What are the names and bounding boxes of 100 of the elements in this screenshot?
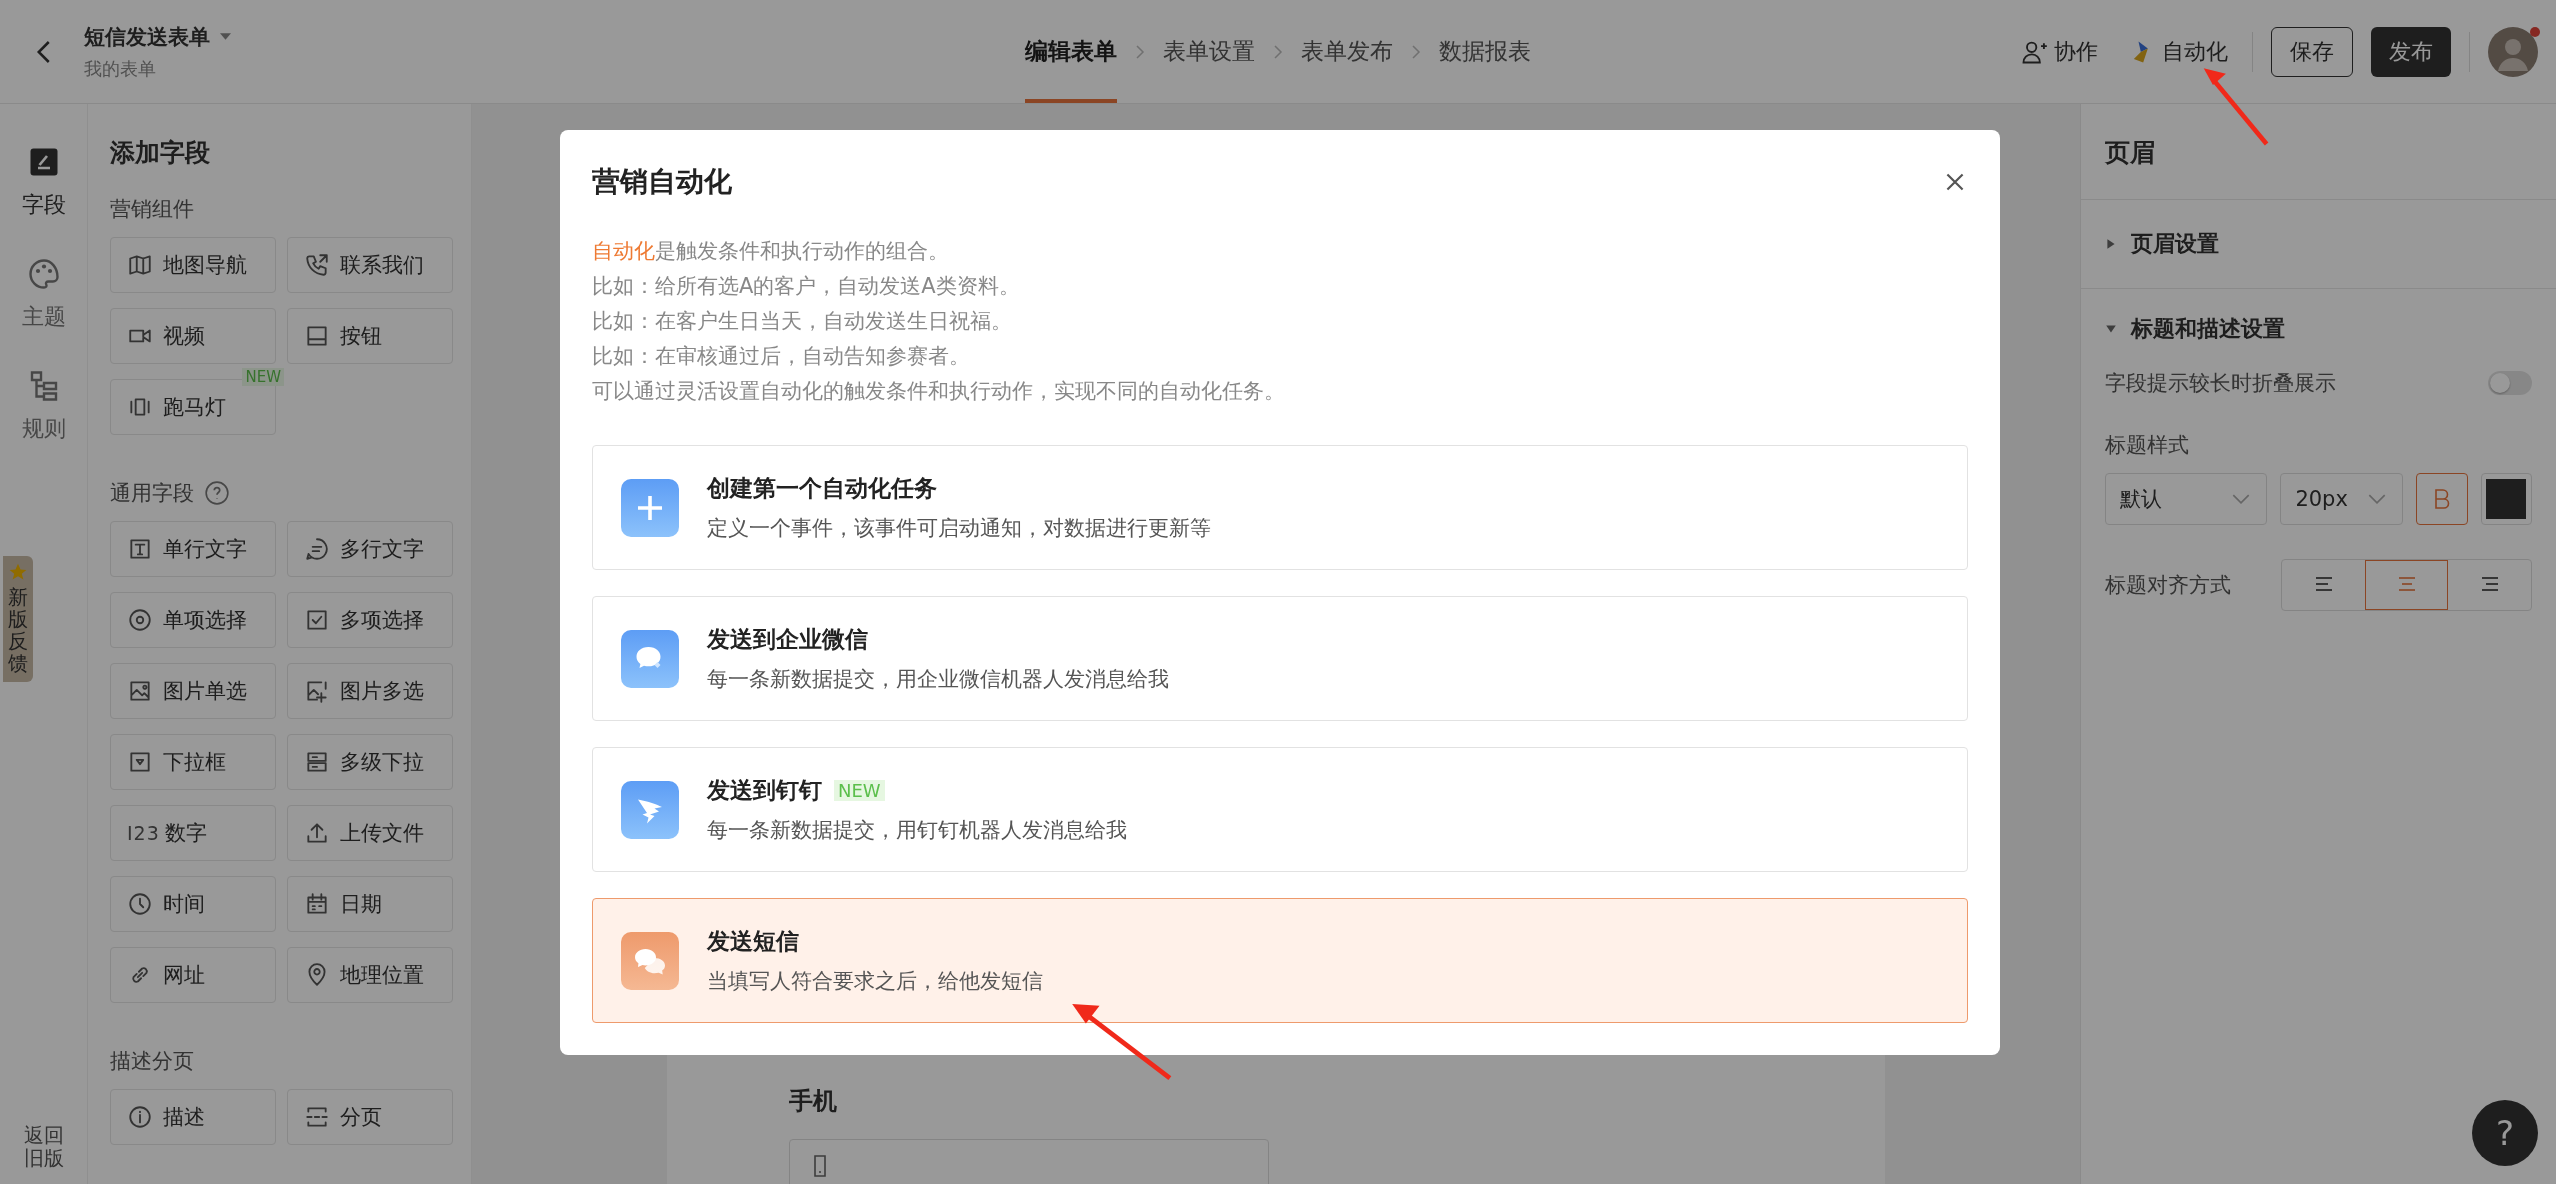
step-tab[interactable]: 编辑表单 [1025,0,1117,103]
rail-tab[interactable]: 规则 [21,368,66,444]
field-type-button[interactable]: 视频 [110,308,276,364]
panel-icon [304,323,330,349]
stacked-boxes-icon [304,749,330,775]
color-picker[interactable] [2480,473,2532,525]
field-type-button[interactable]: 联系我们 [287,237,453,293]
toggle-switch[interactable] [2488,371,2532,395]
info-icon [127,1104,153,1130]
image-icon [127,678,153,704]
option-description: 定义一个事件，该事件可启动通知，对数据进行更新等 [707,515,1211,542]
checkbox-icon [304,607,330,633]
automation-option-card[interactable]: 发送短信 当填写人符合要求之后，给他发短信 [592,898,1968,1023]
chevron-icon [1411,43,1421,60]
automation-option-card[interactable]: 发送到企业微信 每一条新数据提交，用企业微信机器人发消息给我 [592,596,1968,721]
field-type-button[interactable]: 地理位置 [287,947,453,1003]
field-type-button[interactable]: 网址 [110,947,276,1003]
size-select[interactable]: 20px [2280,473,2404,525]
chat-bubbles-icon [621,931,679,990]
field-type-button[interactable]: 地图导航 [110,237,276,293]
intro-text: 自动化是触发条件和执行动作的组合。 [592,238,950,265]
feedback-tab[interactable]: 新版反馈 [3,556,33,682]
option-title: 发送短信 [707,927,799,956]
field-type-button[interactable]: 多项选择 [287,592,453,648]
image-plus-icon [304,678,330,704]
new-badge: NEW [242,368,284,386]
example-text: 比如：在审核通过后，自动告知参赛者。 [592,343,971,370]
field-type-button[interactable]: 上传文件 [287,805,453,861]
option-description: 当填写人符合要求之后，给他发短信 [707,968,1043,995]
automation-option-card[interactable]: 发送到钉钉 NEW 每一条新数据提交，用钉钉机器人发消息给我 [592,747,1968,872]
chat-bubble-icon [621,629,679,688]
chevron-down-icon [2232,493,2251,505]
disclosure-triangle-icon [2105,238,2117,250]
calendar-icon [304,891,330,917]
section-header[interactable]: 页眉设置 [2105,200,2219,288]
field-type-button[interactable]: 描述 [110,1089,276,1145]
rail-tab[interactable]: 主题 [21,256,66,332]
option-title: 发送到钉钉 [707,776,822,805]
plus-icon [621,478,679,537]
chevron-icon [1135,43,1145,60]
font-select[interactable]: 默认 [2105,473,2268,525]
group-title: 通用字段 [110,480,194,507]
field-type-button[interactable]: 单行文字 [110,521,276,577]
example-text: 比如：给所有选A的客户，自动发送A类资料。 [592,273,1021,300]
page-break-icon [304,1104,330,1130]
wing-icon [621,780,679,839]
publish-button[interactable]: 发布 [2371,26,2451,77]
option-title: 创建第一个自动化任务 [707,474,937,503]
dialog-title: 营销自动化 [592,164,732,200]
old-version-link[interactable]: 返回旧版 [22,1124,65,1170]
chevron-down-icon [2368,493,2387,505]
field-type-button[interactable]: 图片多选 [287,663,453,719]
setting-label: 标题样式 [2105,432,2190,459]
panel-title: 页眉 [2081,104,2556,200]
group-title: 营销组件 [110,196,194,223]
map-icon [127,252,153,278]
new-badge: NEW [834,780,885,801]
align-option[interactable] [2365,560,2448,610]
example-text: 比如：在客户生日当天，自动发送生日祝福。 [592,308,1013,335]
chat-bubble-icon [304,536,330,562]
dropdown-icon [127,749,153,775]
field-type-button[interactable]: 单项选择 [110,592,276,648]
radio-icon [127,607,153,633]
step-tab[interactable]: 表单设置 [1163,0,1255,103]
clock-icon [127,891,153,917]
field-type-button[interactable]: 时间 [110,876,276,932]
field-type-button[interactable]: 多级下拉 [287,734,453,790]
form-title[interactable]: 短信发送表单 [84,22,210,51]
rail-tab[interactable]: 字段 [21,144,66,220]
example-text: 可以通过灵活设置自动化的触发条件和执行动作，实现不同的自动化任务。 [592,378,1286,405]
automation-option-card[interactable]: 创建第一个自动化任务 定义一个事件，该事件可启动通知，对数据进行更新等 [592,445,1968,570]
step-tab[interactable]: 表单发布 [1301,0,1393,103]
collaborate-button[interactable]: 协作 [2014,29,2104,74]
bold-toggle[interactable] [2416,473,2468,525]
field-type-button[interactable]: 分页 [287,1089,453,1145]
avatar[interactable] [2488,26,2538,77]
field-type-button[interactable]: 按钮 [287,308,453,364]
field-label: 手机 [789,1086,838,1117]
automation-button[interactable]: 自动化 [2122,29,2234,74]
step-tab[interactable]: 数据报表 [1439,0,1531,103]
option-title: 发送到企业微信 [707,625,868,654]
phone-input-field[interactable] [789,1139,1269,1184]
field-type-button[interactable]: 多行文字 [287,521,453,577]
option-description: 每一条新数据提交，用钉钉机器人发消息给我 [707,817,1127,844]
field-type-button[interactable]: I23 数字 [110,805,276,861]
group-title: 描述分页 [110,1048,194,1075]
chevron-icon [1273,43,1283,60]
setting-label: 标题对齐方式 [2105,572,2231,599]
field-type-button[interactable]: 日期 [287,876,453,932]
save-button[interactable]: 保存 [2271,26,2353,77]
setting-label: 字段提示较长时折叠展示 [2105,370,2336,397]
help-icon[interactable] [204,480,230,506]
option-description: 每一条新数据提交，用企业微信机器人发消息给我 [707,666,1169,693]
caret-icon[interactable] [220,33,231,40]
phone-icon [304,252,330,278]
section-header[interactable]: 标题和描述设置 [2105,289,2285,369]
field-type-button[interactable]: 图片单选 [110,663,276,719]
field-type-button[interactable]: 下拉框 [110,734,276,790]
disclosure-triangle-icon [2105,323,2117,335]
text-field-icon [127,536,153,562]
